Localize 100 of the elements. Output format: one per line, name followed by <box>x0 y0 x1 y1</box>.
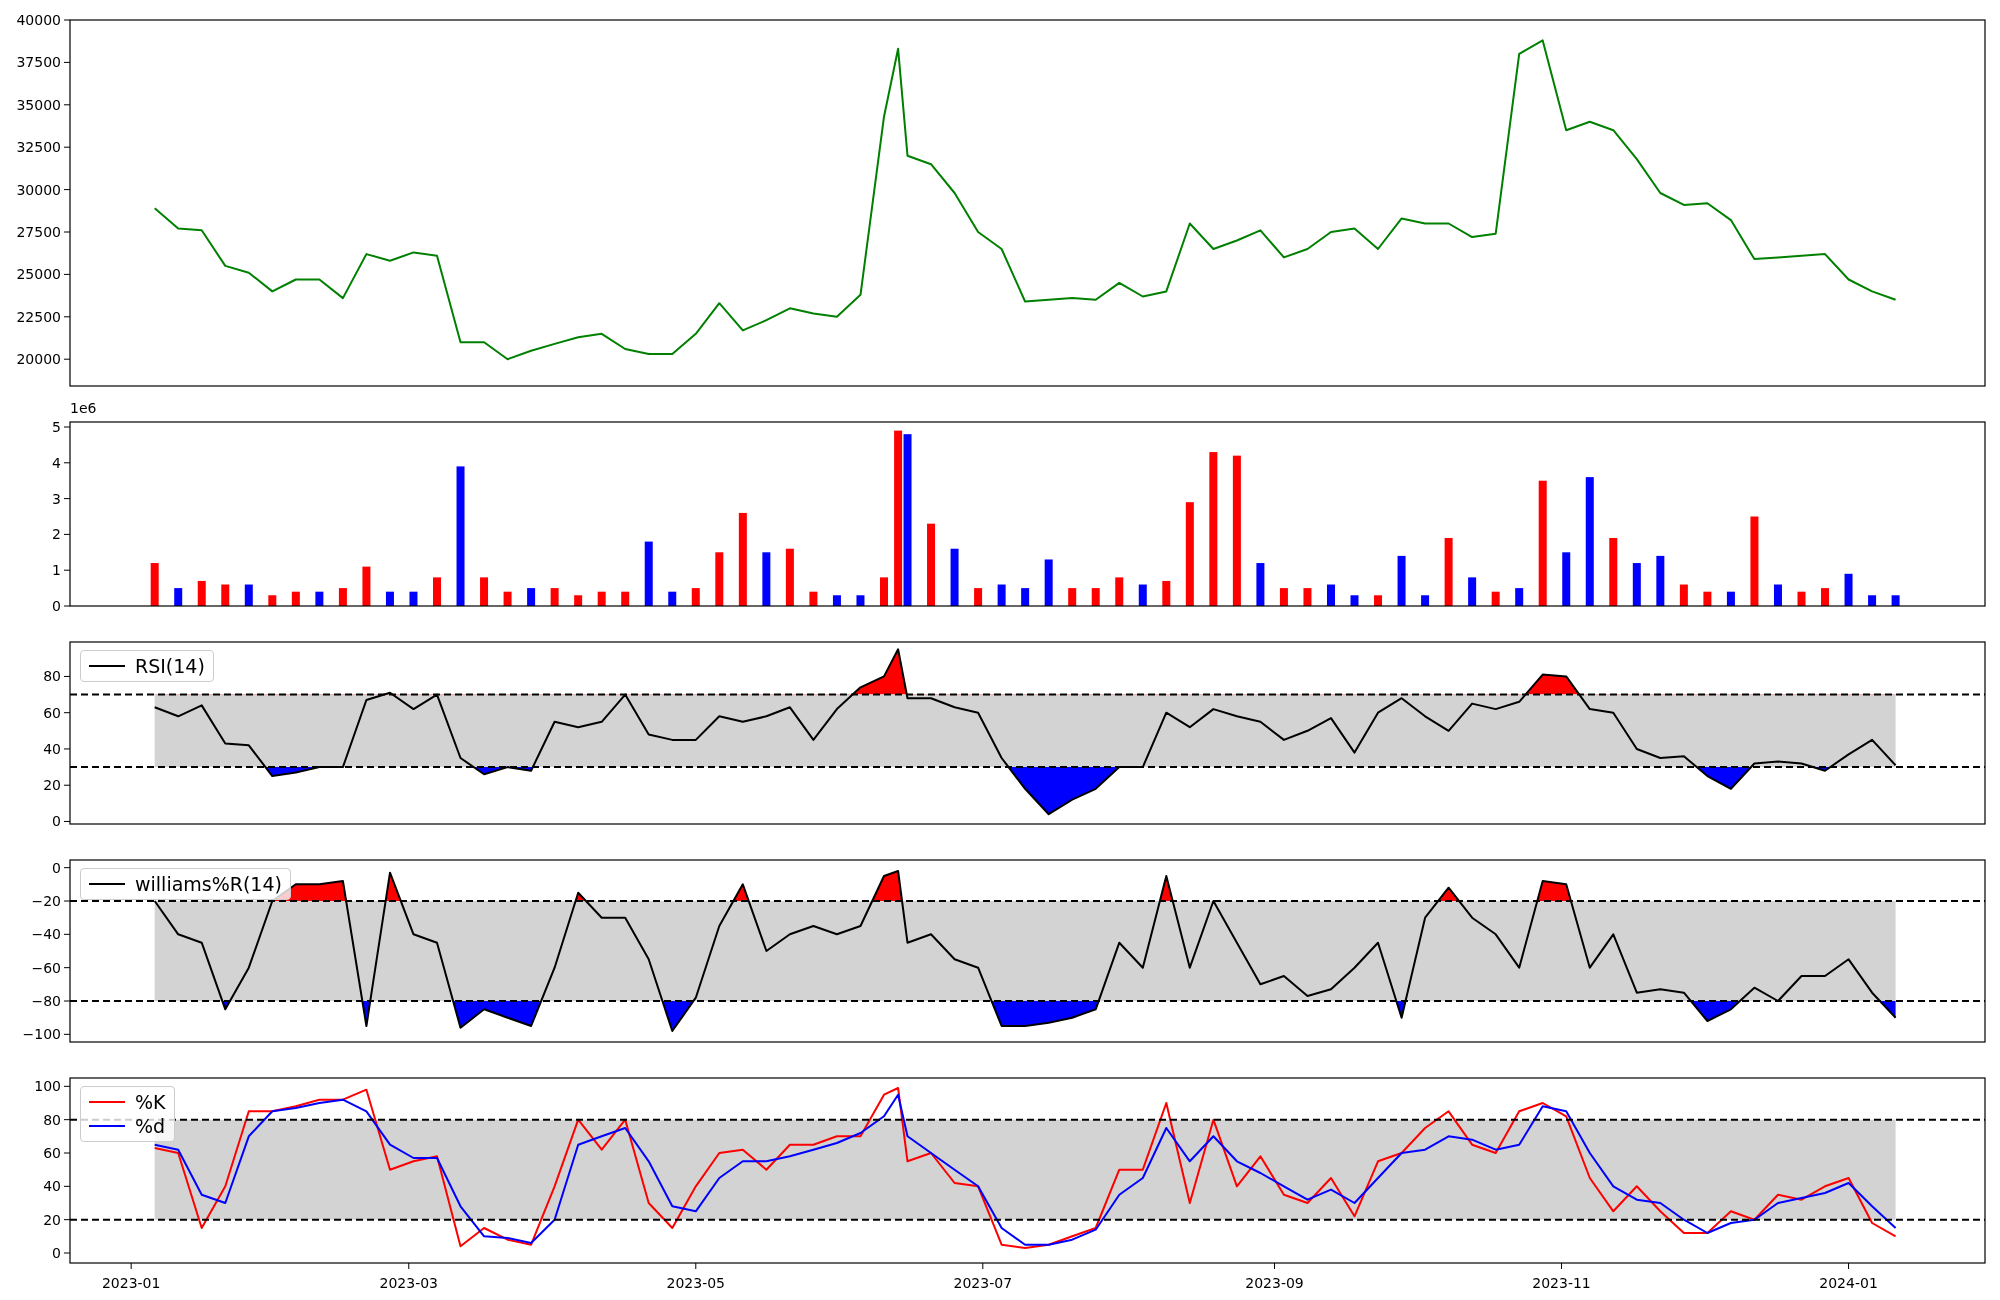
volume-bar <box>1115 577 1124 606</box>
axis-tick-label: 30000 <box>16 181 61 198</box>
volume-bar <box>174 588 183 606</box>
axis-tick-label: 100 <box>34 1078 61 1095</box>
volume-bar <box>221 584 230 606</box>
volume-bar <box>644 541 653 606</box>
axis-tick-label: 60 <box>43 704 61 721</box>
volume-bar <box>668 591 677 606</box>
volume-bar <box>1491 591 1500 606</box>
axis-tick-label: 20000 <box>16 351 61 368</box>
axis-tick-label: 40 <box>43 1178 61 1195</box>
volume-bar <box>1044 559 1053 606</box>
axis-tick-label: 40000 <box>16 12 61 28</box>
volume-bar <box>832 595 841 606</box>
volume-bar <box>550 588 559 606</box>
volume-bar <box>1515 588 1524 606</box>
axis-tick-label: 32500 <box>16 139 61 156</box>
axis-tick-label: −100 <box>22 1026 61 1043</box>
legend-label: %K <box>135 1091 166 1113</box>
axis-tick-label: −40 <box>31 926 61 943</box>
axis-tick-label: 2023-09 <box>1245 1275 1304 1291</box>
axis-tick-label: 2024-01 <box>1819 1275 1878 1291</box>
volume-bar <box>1891 595 1900 606</box>
volume-bar <box>527 588 536 606</box>
volume-bar <box>1632 563 1641 606</box>
volume-bar <box>1444 538 1453 606</box>
volume-bar <box>1256 563 1265 606</box>
axis-tick-label: 2023-03 <box>379 1275 438 1291</box>
axis-tick-label: 2023-05 <box>666 1275 726 1291</box>
volume-bar <box>480 577 489 606</box>
legend-label: %d <box>135 1115 166 1137</box>
axis-tick-label: −20 <box>31 893 61 909</box>
legend-label: williams%R(14) <box>135 873 282 895</box>
axis-tick-label: 22500 <box>16 308 61 325</box>
volume-bar <box>385 591 394 606</box>
axis-tick-label: 0 <box>52 859 61 876</box>
legend-line-icon <box>89 1125 125 1127</box>
axis-tick-label: 37500 <box>16 54 61 71</box>
volume-bar <box>1679 584 1688 606</box>
volume-bar <box>1609 538 1618 606</box>
volume-bar <box>856 595 865 606</box>
volume-bar <box>1868 595 1877 606</box>
axis-tick-label: 3 <box>52 490 61 507</box>
volume-bar <box>974 588 983 606</box>
axis-tick-label: 20 <box>43 1211 61 1228</box>
volume-bar <box>1279 588 1288 606</box>
volume-bar <box>1374 595 1383 606</box>
volume-bar <box>997 584 1006 606</box>
axis-tick-label: 60 <box>43 1145 61 1161</box>
axis-tick-label: 20 <box>43 777 61 794</box>
volume-bar <box>1021 588 1030 606</box>
axis-tick-label: 35000 <box>16 96 61 113</box>
volume-bar <box>338 588 347 606</box>
volume-bar <box>150 563 159 606</box>
volume-bar <box>1703 591 1712 606</box>
axis-offset-label: 1e6 <box>70 400 97 416</box>
axis-tick-label: 25000 <box>16 266 61 283</box>
volume-bar <box>1303 588 1312 606</box>
legend-line-icon <box>89 665 125 667</box>
axis-tick-label: 80 <box>43 1111 61 1128</box>
volume-bar <box>315 591 324 606</box>
volume-bar <box>291 591 300 606</box>
volume-bar <box>244 584 253 606</box>
volume-bar <box>433 577 441 606</box>
volume-bar <box>950 548 959 606</box>
volume-bar <box>503 591 512 606</box>
axis-tick-label: 0 <box>52 813 61 830</box>
axis-tick-label: 2 <box>52 526 61 543</box>
volume-bar <box>1726 591 1735 606</box>
volume-bar <box>1773 584 1782 606</box>
legend-label: RSI(14) <box>135 655 205 677</box>
volume-bar <box>1162 580 1171 606</box>
volume-bar <box>1138 584 1147 606</box>
axis-tick-label: 80 <box>43 668 61 685</box>
axis-tick-label: −60 <box>31 959 61 976</box>
volume-bar <box>1797 591 1806 606</box>
volume-bar <box>1656 555 1665 606</box>
volume-bar <box>1821 588 1829 606</box>
volume-bar <box>1562 552 1571 606</box>
axis-tick-label: 2023-01 <box>101 1275 161 1291</box>
volume-bar <box>715 552 724 606</box>
volume-bar <box>409 591 418 606</box>
volume-bar <box>597 591 606 606</box>
volume-bar <box>1350 595 1359 606</box>
legend-line-icon <box>89 1101 125 1103</box>
volume-bar <box>691 588 700 606</box>
axis-tick-label: 5 <box>52 419 61 435</box>
volume-bar <box>762 552 771 606</box>
volume-bar <box>1068 588 1077 606</box>
axis-tick-label: 4 <box>52 454 61 471</box>
axis-tick-label: 2023-11 <box>1532 1275 1591 1291</box>
volume-bar <box>785 548 794 606</box>
axis-tick-label: −80 <box>31 993 61 1009</box>
axis-tick-label: 2023-07 <box>953 1275 1013 1291</box>
volume-bar <box>197 580 206 606</box>
volume-bar <box>268 595 277 606</box>
volume-bar <box>362 566 371 606</box>
legend-line-icon <box>89 883 125 885</box>
volume-bar <box>621 591 630 606</box>
volume-bar <box>1468 577 1477 606</box>
